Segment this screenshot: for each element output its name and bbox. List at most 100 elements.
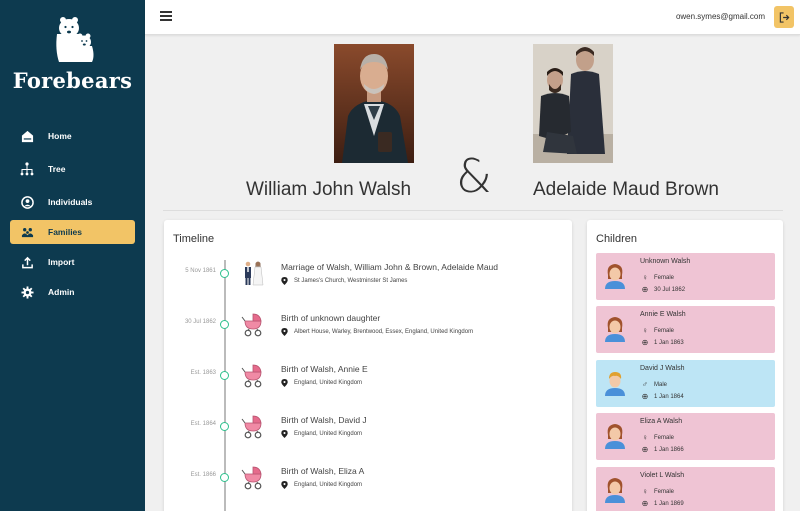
child-born-text: 30 Jul 1862: [654, 286, 686, 293]
partner2-name[interactable]: Adelaide Maud Brown: [533, 179, 719, 201]
location-pin-icon: [281, 430, 288, 438]
pram-icon: ⊕: [641, 499, 649, 508]
sidebar-nav: Home Tree Individuals Families Import Ad…: [0, 124, 145, 310]
female-icon: ♀: [642, 273, 648, 282]
timeline-event[interactable]: Est. 1864 Birth of Walsh, David J Englan…: [164, 408, 572, 448]
pram-icon: [241, 364, 262, 388]
upload-icon: [20, 255, 34, 269]
timeline-title: Timeline: [173, 233, 215, 245]
event-title: Birth of Walsh, Annie E: [281, 364, 368, 374]
child-card[interactable]: Violet L Walsh ♀ Female ⊕ 1 Jan 1869: [596, 467, 775, 511]
child-sex-text: Female: [654, 274, 675, 281]
female-avatar-icon: [605, 424, 625, 449]
child-name: Unknown Walsh: [640, 258, 691, 265]
event-place-text: England, United Kingdom: [294, 431, 363, 437]
child-born-text: 1 Jan 1864: [654, 393, 684, 400]
timeline-event[interactable]: 30 Jul 1862 Birth of unknown daughter Al…: [164, 306, 572, 346]
child-name: Eliza A Walsh: [640, 418, 683, 425]
sidebar-item-label: Families: [48, 227, 83, 237]
timeline-event[interactable]: Est. 1863 Birth of Walsh, Annie E Englan…: [164, 357, 572, 397]
event-place: England, United Kingdom: [281, 430, 362, 438]
event-title: Birth of Walsh, David J: [281, 415, 367, 425]
child-sex: ♀ Female: [640, 433, 674, 442]
event-place-text: Albert House, Warley, Brentwood, Essex, …: [294, 329, 474, 335]
partner2-photo[interactable]: [533, 44, 613, 163]
child-card[interactable]: Eliza A Walsh ♀ Female ⊕ 1 Jan 1866: [596, 413, 775, 460]
child-sex: ♀ Female: [640, 487, 674, 496]
gear-icon: [20, 285, 34, 299]
pram-icon: ⊕: [641, 285, 649, 294]
sidebar-item-import[interactable]: Import: [10, 250, 135, 274]
pram-icon: ⊕: [641, 392, 649, 401]
child-sex: ♂ Male: [640, 380, 667, 389]
timeline-card: Timeline 5 Nov 1861 Marriage of Walsh, W…: [164, 220, 572, 511]
child-birth: ⊕ 1 Jan 1863: [640, 338, 684, 347]
logout-icon: [779, 11, 789, 23]
event-place: England, United Kingdom: [281, 481, 362, 489]
family-icon: [20, 225, 34, 239]
timeline-event[interactable]: Est. 1866 Birth of Walsh, Eliza A Englan…: [164, 459, 572, 499]
event-date: 5 Nov 1861: [185, 268, 216, 274]
timeline-event[interactable]: 5 Nov 1861 Marriage of Walsh, William Jo…: [164, 255, 572, 295]
family-header: William John Walsh & Adelaide Maud Brown: [145, 36, 800, 212]
pram-icon: [241, 415, 262, 439]
bears-logo-icon: [55, 17, 93, 62]
partner1-name[interactable]: William John Walsh: [246, 179, 411, 201]
sidebar-item-label: Individuals: [48, 197, 93, 207]
event-title: Marriage of Walsh, William John & Brown,…: [281, 262, 498, 272]
timeline-dot: [220, 320, 229, 329]
event-date: 30 Jul 1862: [184, 319, 216, 325]
female-icon: ♀: [642, 433, 648, 442]
event-title: Birth of unknown daughter: [281, 313, 381, 323]
child-birth: ⊕ 1 Jan 1864: [640, 392, 684, 401]
sidebar-item-families[interactable]: Families: [10, 220, 135, 244]
timeline-dot: [220, 422, 229, 431]
tree-icon: [20, 162, 34, 176]
top-bar: owen.symes@gmail.com: [145, 0, 800, 35]
child-name: David J Walsh: [640, 365, 685, 372]
location-pin-icon: [281, 277, 288, 285]
sidebar-item-individuals[interactable]: Individuals: [10, 190, 135, 214]
timeline-dot: [220, 269, 229, 278]
user-email: owen.symes@gmail.com: [675, 12, 765, 21]
sidebar-item-admin[interactable]: Admin: [10, 280, 135, 304]
female-icon: ♀: [642, 487, 648, 496]
logout-button[interactable]: [774, 6, 794, 28]
sidebar-item-home[interactable]: Home: [10, 124, 135, 148]
child-sex: ♀ Female: [640, 326, 674, 335]
pram-icon: ⊕: [641, 338, 649, 347]
sidebar-item-label: Import: [48, 257, 75, 267]
child-name: Violet L Walsh: [640, 472, 685, 479]
event-place-text: St James's Church, Westminster St James: [294, 278, 408, 284]
female-avatar-icon: [605, 264, 625, 289]
children-card: Children Unknown Walsh ♀ Female ⊕ 30 Jul 1…: [587, 220, 783, 511]
event-place-text: England, United Kingdom: [294, 380, 363, 386]
male-avatar-icon: [605, 372, 625, 396]
event-title: Birth of Walsh, Eliza A: [281, 466, 365, 476]
child-born-text: 1 Jan 1869: [654, 500, 684, 507]
hamburger-icon[interactable]: [160, 11, 172, 21]
child-sex-text: Female: [654, 327, 675, 334]
location-pin-icon: [281, 379, 288, 387]
child-sex-text: Female: [654, 434, 675, 441]
event-place: Albert House, Warley, Brentwood, Essex, …: [281, 328, 473, 336]
timeline-dot: [220, 473, 229, 482]
event-place: England, United Kingdom: [281, 379, 362, 387]
child-sex: ♀ Female: [640, 273, 674, 282]
home-icon: [20, 129, 34, 143]
child-card[interactable]: Unknown Walsh ♀ Female ⊕ 30 Jul 1862: [596, 253, 775, 300]
partner1-photo[interactable]: [334, 44, 414, 163]
app-logo[interactable]: Forebears: [0, 14, 145, 93]
event-date: Est. 1864: [190, 421, 216, 427]
person-icon: [20, 195, 34, 209]
pram-icon: ⊕: [641, 445, 649, 454]
child-birth: ⊕ 1 Jan 1866: [640, 445, 684, 454]
child-card[interactable]: David J Walsh ♂ Male ⊕ 1 Jan 1864: [596, 360, 775, 407]
pram-icon: [241, 466, 262, 490]
sidebar-item-label: Tree: [48, 164, 66, 174]
child-card[interactable]: Annie E Walsh ♀ Female ⊕ 1 Jan 1863: [596, 306, 775, 353]
female-avatar-icon: [605, 478, 625, 503]
child-born-text: 1 Jan 1863: [654, 339, 684, 346]
location-pin-icon: [281, 481, 288, 489]
sidebar-item-tree[interactable]: Tree: [10, 157, 135, 181]
